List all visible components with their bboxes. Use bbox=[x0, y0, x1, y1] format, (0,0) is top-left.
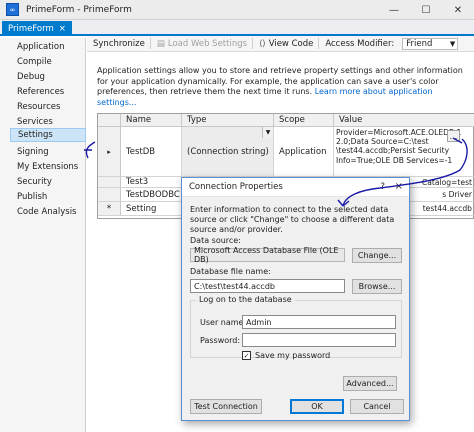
maximize-icon[interactable]: ☐ bbox=[410, 0, 442, 20]
password-label: Password: bbox=[200, 336, 241, 345]
load-web-settings-button[interactable]: ▤ Load Web Settings bbox=[157, 39, 247, 49]
dialog-title: Connection Properties bbox=[189, 182, 283, 192]
cell-name[interactable]: TestDB bbox=[121, 127, 182, 177]
test-connection-button[interactable]: Test Connection bbox=[190, 399, 262, 414]
document-tab-strip: PrimeForm × bbox=[0, 20, 474, 36]
database-file-label: Database file name: bbox=[190, 267, 271, 276]
sidebar-item-application[interactable]: Application bbox=[17, 42, 65, 52]
header-value[interactable]: Value bbox=[334, 114, 474, 127]
title-bar: ∞ PrimeForm - PrimeForm — ☐ ✕ bbox=[0, 0, 474, 20]
user-name-label: User name: bbox=[200, 318, 247, 327]
access-modifier: Access Modifier: Friend ▼ bbox=[325, 37, 459, 50]
chevron-down-icon: ▼ bbox=[449, 39, 456, 48]
sidebar-item-security[interactable]: Security bbox=[17, 177, 52, 187]
sidebar-item-compile[interactable]: Compile bbox=[17, 57, 52, 67]
sidebar-item-my-extensions[interactable]: My Extensions bbox=[17, 162, 78, 172]
row-selector[interactable] bbox=[98, 188, 121, 202]
row-selector[interactable] bbox=[98, 177, 121, 188]
cell-name[interactable]: TestDBODBC bbox=[121, 188, 182, 202]
cancel-button[interactable]: Cancel bbox=[350, 399, 404, 414]
visual-studio-icon: ∞ bbox=[6, 3, 19, 16]
toolbar-separator bbox=[149, 38, 151, 49]
view-code-label: View Code bbox=[268, 38, 314, 49]
sidebar-item-settings[interactable]: Settings bbox=[10, 128, 86, 142]
cell-scope[interactable]: Application bbox=[274, 127, 334, 177]
project-properties-sidebar: Application Compile Debug References Res… bbox=[0, 38, 86, 432]
toolbar-separator bbox=[252, 38, 254, 49]
data-source-label: Data source: bbox=[190, 236, 241, 245]
cell-type[interactable]: (Connection string) ▼ bbox=[182, 127, 274, 177]
logon-group-title: Log on to the database bbox=[196, 295, 295, 304]
sidebar-item-publish[interactable]: Publish bbox=[17, 192, 47, 202]
connection-properties-dialog: Connection Properties ? × Enter informat… bbox=[181, 177, 410, 421]
dialog-close-icon[interactable]: × bbox=[395, 181, 403, 192]
new-row-selector[interactable]: * bbox=[98, 202, 121, 216]
access-modifier-label: Access Modifier: bbox=[325, 38, 395, 49]
web-settings-icon: ▤ bbox=[156, 38, 165, 49]
settings-description: Application settings allow you to store … bbox=[97, 66, 465, 108]
tab-primeform[interactable]: PrimeForm × bbox=[2, 21, 72, 36]
dialog-title-bar: Connection Properties ? × bbox=[182, 178, 409, 197]
code-icon: ⟨⟩ bbox=[259, 38, 266, 49]
synchronize-label: Synchronize bbox=[93, 38, 145, 49]
advanced-button[interactable]: Advanced... bbox=[343, 376, 397, 391]
chevron-down-icon[interactable]: ▼ bbox=[262, 127, 273, 138]
value-ellipsis-button[interactable]: ... bbox=[447, 130, 460, 142]
access-modifier-value: Friend bbox=[406, 38, 433, 49]
header-name[interactable]: Name bbox=[121, 114, 182, 127]
toolbar-separator bbox=[318, 38, 320, 49]
sidebar-item-references[interactable]: References bbox=[17, 87, 64, 97]
cell-name[interactable]: Test3 bbox=[121, 177, 182, 188]
change-button[interactable]: Change... bbox=[352, 248, 402, 263]
tab-close-icon[interactable]: × bbox=[59, 24, 66, 34]
close-icon[interactable]: ✕ bbox=[442, 0, 474, 20]
database-file-input[interactable]: C:\test\test44.accdb bbox=[190, 279, 345, 293]
save-password-checkbox[interactable]: ✓ bbox=[242, 351, 251, 360]
logon-groupbox bbox=[190, 300, 402, 358]
type-value: (Connection string) bbox=[187, 146, 269, 157]
sidebar-item-resources[interactable]: Resources bbox=[17, 102, 60, 112]
tab-label: PrimeForm bbox=[8, 23, 54, 34]
ok-button[interactable]: OK bbox=[290, 399, 344, 414]
window-controls: — ☐ ✕ bbox=[378, 0, 474, 20]
sidebar-item-signing[interactable]: Signing bbox=[17, 147, 49, 157]
grid-corner bbox=[98, 114, 121, 127]
sidebar-item-debug[interactable]: Debug bbox=[17, 72, 45, 82]
header-scope[interactable]: Scope bbox=[274, 114, 334, 127]
dialog-info-text: Enter information to connect to the sele… bbox=[190, 205, 395, 234]
synchronize-button[interactable]: Synchronize bbox=[93, 39, 145, 49]
browse-button[interactable]: Browse... bbox=[352, 279, 402, 294]
cell-name[interactable]: Setting bbox=[121, 202, 182, 216]
minimize-icon[interactable]: — bbox=[378, 0, 410, 20]
row-selector[interactable]: ▸ bbox=[98, 127, 121, 177]
settings-toolbar: Synchronize ▤ Load Web Settings ⟨⟩ View … bbox=[87, 36, 474, 52]
help-icon[interactable]: ? bbox=[380, 182, 385, 192]
access-modifier-select[interactable]: Friend ▼ bbox=[402, 37, 459, 50]
sidebar-item-code-analysis[interactable]: Code Analysis bbox=[17, 207, 76, 217]
save-password-label[interactable]: Save my password bbox=[255, 351, 330, 360]
window-title: PrimeForm - PrimeForm bbox=[26, 4, 132, 15]
sidebar-item-services[interactable]: Services bbox=[17, 117, 53, 127]
data-source-field: Microsoft Access Database File (OLE DB) bbox=[190, 246, 345, 264]
header-type[interactable]: Type bbox=[182, 114, 274, 127]
user-name-input[interactable]: Admin bbox=[242, 315, 396, 329]
load-web-settings-label: Load Web Settings bbox=[167, 38, 248, 49]
password-input[interactable] bbox=[242, 333, 396, 347]
view-code-button[interactable]: ⟨⟩ View Code bbox=[259, 39, 313, 49]
